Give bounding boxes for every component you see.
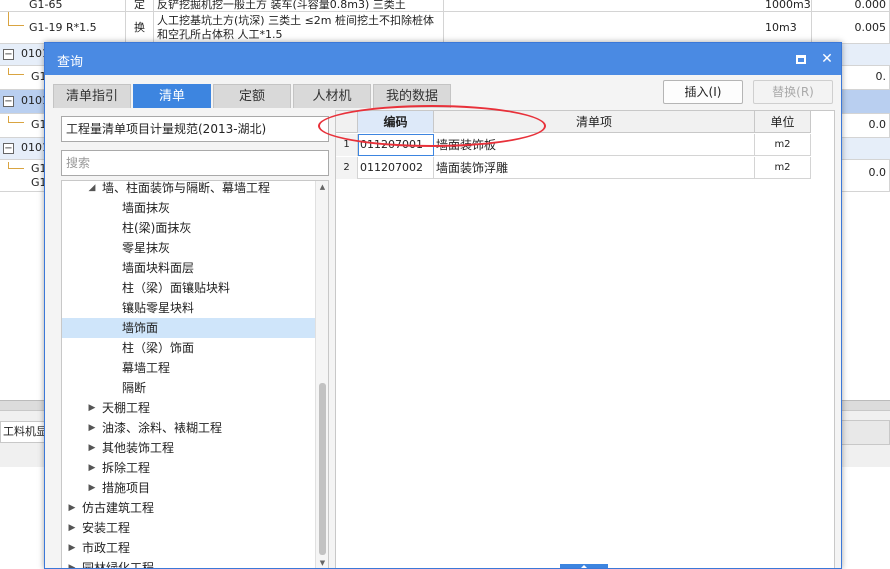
tree-item-label: 油漆、涂料、裱糊工程: [102, 421, 223, 435]
tree-item[interactable]: 零星抹灰: [62, 238, 316, 258]
header-unit[interactable]: 单位: [755, 111, 811, 133]
row-type: 换: [126, 12, 154, 43]
table-row[interactable]: G1-19 R*1.5 换 人工挖基坑土方(坑深) 三类土 ≤2m 桩间挖土不扣…: [0, 12, 890, 44]
expand-arrow-icon[interactable]: ▶: [66, 518, 78, 538]
row-unit[interactable]: m2: [755, 157, 811, 179]
expand-arrow-icon[interactable]: ▶: [66, 498, 78, 518]
tree-item-label: 天棚工程: [102, 401, 151, 415]
expand-arrow-icon[interactable]: ▶: [86, 398, 98, 418]
tree-item-label: 幕墙工程: [122, 361, 171, 375]
spec-select[interactable]: 工程量清单项目计量规范(2013-湖北): [61, 116, 329, 142]
tree-item-label: 墙面块料面层: [122, 261, 195, 275]
row-value: 0.0: [842, 114, 890, 137]
tree-item-label: 柱（梁）饰面: [122, 341, 195, 355]
tree-item[interactable]: ▶ 仿古建筑工程: [62, 498, 316, 518]
scrollbar-thumb[interactable]: [319, 383, 326, 555]
row-name[interactable]: 墙面装饰浮雕: [434, 157, 755, 179]
row-desc: 人工挖基坑土方(坑深) 三类土 ≤2m 桩间挖土不扣除桩体和空孔所占体积 人工*…: [154, 12, 444, 43]
tree-item[interactable]: ▶ 市政工程: [62, 538, 316, 558]
tree-item[interactable]: ▶ 油漆、涂料、裱糊工程: [62, 418, 316, 438]
table-row[interactable]: G1-65 定 反铲挖掘机挖一般土方 装车(斗容量0.8m3) 三类土 1000…: [0, 0, 890, 15]
bottom-tab-filler: [840, 420, 890, 445]
tree-item[interactable]: ◢ 墙、柱面装饰与隔断、幕墙工程: [62, 181, 316, 198]
tab-guide[interactable]: 清单指引: [53, 84, 131, 108]
expand-arrow-icon[interactable]: ▶: [86, 438, 98, 458]
splitter-handle-icon[interactable]: [560, 564, 608, 568]
tree-scrollbar[interactable]: ▲ ▼: [315, 181, 328, 568]
tab-quota[interactable]: 定额: [213, 84, 291, 108]
maximize-button[interactable]: [791, 49, 811, 69]
tab-bill[interactable]: 清单: [133, 84, 211, 108]
close-button[interactable]: ✕: [817, 49, 837, 69]
tree-item-label: 园林绿化工程: [82, 561, 155, 569]
row-code: G1-19 R*1.5: [26, 12, 126, 43]
tree-item[interactable]: 墙面抹灰: [62, 198, 316, 218]
tree-item-label: 墙、柱面装饰与隔断、幕墙工程: [102, 181, 271, 195]
search-input[interactable]: 搜索: [61, 150, 329, 176]
dialog-titlebar[interactable]: 查询 ✕: [45, 43, 841, 75]
tree-item[interactable]: 隔断: [62, 378, 316, 398]
annotation-ellipse: [318, 105, 546, 147]
row-value: 0.005: [812, 12, 890, 43]
table-row[interactable]: 2 011207002 墙面装饰浮雕 m2: [336, 157, 811, 179]
row-unit[interactable]: m2: [755, 134, 811, 156]
insert-button[interactable]: 插入(I): [663, 80, 743, 104]
collapse-icon[interactable]: −: [3, 143, 14, 154]
tree-item-label: 墙饰面: [122, 321, 159, 335]
expand-arrow-icon[interactable]: ▶: [86, 478, 98, 498]
bill-table: 编码 清单项 单位 1 011207001 墙面装饰板 m2 2 0112070…: [335, 110, 835, 568]
tree-item[interactable]: ▶ 园林绿化工程: [62, 558, 316, 569]
tree-item[interactable]: ▶ 拆除工程: [62, 458, 316, 478]
row-index: 2: [336, 157, 358, 179]
expand-arrow-icon[interactable]: ▶: [86, 418, 98, 438]
tab-materials[interactable]: 人材机: [293, 84, 371, 108]
left-panel: 工程量清单项目计量规范(2013-湖北) 搜索 ◢ 墙、柱面装饰与隔断、幕墙工程墙…: [61, 116, 329, 569]
tree-item[interactable]: 墙饰面: [62, 318, 316, 338]
collapse-arrow-icon[interactable]: ◢: [86, 181, 98, 198]
tree-item-label: 措施项目: [102, 481, 151, 495]
row-value: 0.: [842, 66, 890, 89]
tree-item[interactable]: 柱（梁）面镶贴块料: [62, 278, 316, 298]
row-code[interactable]: 011207002: [358, 157, 434, 179]
tree-item-label: 其他装饰工程: [102, 441, 175, 455]
tree-item-label: 仿古建筑工程: [82, 501, 155, 515]
tree-item-label: 隔断: [122, 381, 147, 395]
expand-arrow-icon[interactable]: ▶: [66, 538, 78, 558]
expand-arrow-icon[interactable]: ▶: [86, 458, 98, 478]
row-value: 0.0: [842, 160, 890, 191]
tree-item[interactable]: ▶ 安装工程: [62, 518, 316, 538]
tree-item-label: 安装工程: [82, 521, 131, 535]
tree-item[interactable]: 幕墙工程: [62, 358, 316, 378]
collapse-icon[interactable]: −: [3, 49, 14, 60]
tree-item-label: 零星抹灰: [122, 241, 171, 255]
dialog-title: 查询: [57, 55, 84, 70]
row-unit: 10m3: [762, 12, 812, 43]
maximize-icon: [796, 54, 806, 64]
tree-item[interactable]: 镶贴零星块料: [62, 298, 316, 318]
collapse-icon[interactable]: −: [3, 96, 14, 107]
tree-item-label: 市政工程: [82, 541, 131, 555]
tree-item-label: 拆除工程: [102, 461, 151, 475]
tree-item[interactable]: ▶ 措施项目: [62, 478, 316, 498]
tree-item[interactable]: 墙面块料面层: [62, 258, 316, 278]
category-tree: ◢ 墙、柱面装饰与隔断、幕墙工程 墙面抹灰 柱(梁)面抹灰 零星抹灰 墙面块料面层 柱（梁）…: [61, 180, 329, 569]
tree-item-label: 墙面抹灰: [122, 201, 171, 215]
scroll-up-icon[interactable]: ▲: [316, 183, 328, 191]
tree-item[interactable]: 柱(梁)面抹灰: [62, 218, 316, 238]
scroll-down-icon[interactable]: ▼: [316, 559, 328, 567]
tree-item-label: 柱(梁)面抹灰: [122, 221, 192, 235]
tree-item-label: 柱（梁）面镶贴块料: [122, 281, 231, 295]
replace-button[interactable]: 替换(R): [753, 80, 833, 104]
tree-item[interactable]: ▶ 天棚工程: [62, 398, 316, 418]
expand-arrow-icon[interactable]: ▶: [66, 558, 78, 568]
tree-item[interactable]: 柱（梁）饰面: [62, 338, 316, 358]
tree-item-label: 镶贴零星块料: [122, 301, 195, 315]
tree-item[interactable]: ▶ 其他装饰工程: [62, 438, 316, 458]
